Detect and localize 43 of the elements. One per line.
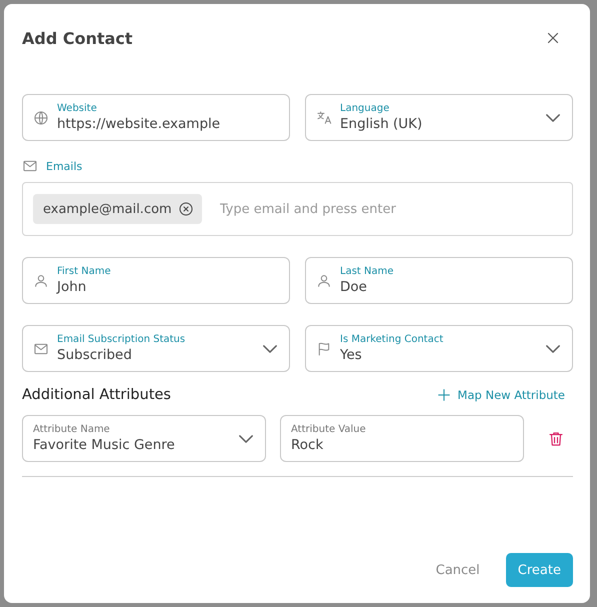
select-field[interactable]: Attribute Name Favorite Music Genre — [22, 415, 266, 462]
translate-icon — [316, 110, 332, 126]
email-chip-text: example@mail.com — [43, 202, 172, 216]
chevron-down-icon — [546, 344, 560, 352]
globe-icon — [33, 110, 49, 126]
field-value: John — [57, 278, 88, 296]
field-value: Yes — [340, 346, 363, 364]
field-value: Doe — [340, 278, 368, 296]
dialog-title: Add Contact — [22, 28, 133, 48]
map-attribute-button[interactable]: Map New Attribute — [436, 387, 573, 403]
select-field[interactable]: Email Subscription Status Subscribed — [22, 325, 290, 372]
field-value: Favorite Music Genre — [33, 436, 176, 454]
flag-icon — [316, 340, 332, 356]
select-field[interactable]: Language English (UK) — [305, 94, 573, 141]
field-value: Rock — [291, 436, 324, 454]
field-label: First Name — [57, 264, 112, 278]
chevron-down-icon — [546, 114, 560, 122]
field-label: Language — [340, 102, 390, 114]
field-label: Attribute Value — [291, 422, 367, 436]
input-field[interactable]: Attribute Value Rock — [280, 415, 524, 462]
select-field[interactable]: Is Marketing Contact Yes — [305, 325, 573, 372]
field-value: Subscribed — [57, 346, 133, 364]
field-value: English (UK) — [340, 114, 424, 134]
chevron-down-icon — [263, 344, 277, 352]
input-field[interactable]: Website https://website.example — [22, 94, 290, 141]
field-label: Last Name — [340, 264, 395, 278]
field-value: https://website.example — [57, 114, 222, 134]
field-label: Email Subscription Status — [57, 332, 186, 346]
remove-circle-icon — [178, 201, 194, 217]
input-field[interactable]: First Name John — [22, 257, 290, 304]
emails-label: Emails — [46, 160, 82, 172]
field-label: Attribute Name — [33, 422, 111, 436]
field-label: Website — [57, 102, 98, 114]
chevron-down-icon — [239, 434, 253, 442]
input-field[interactable]: Last Name Doe — [305, 257, 573, 304]
plus-icon — [436, 387, 452, 403]
mail-icon — [22, 158, 38, 174]
trash-icon — [546, 430, 564, 448]
cancel-button[interactable]: Cancel — [430, 562, 486, 578]
field-label: Is Marketing Contact — [340, 332, 444, 346]
person-icon — [316, 272, 332, 288]
section-title: Additional Attributes — [22, 387, 171, 403]
person-icon — [33, 272, 49, 288]
